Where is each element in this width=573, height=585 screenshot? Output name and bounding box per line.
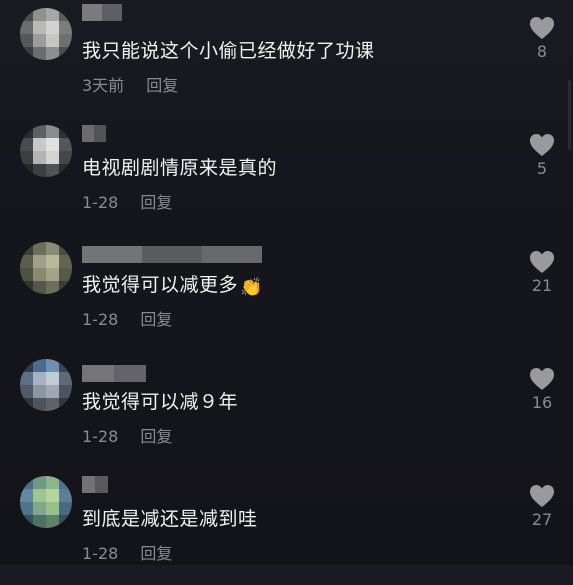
comment-item: 我觉得可以减更多 👏 1-28 回复 21 — [0, 234, 573, 351]
comment-text: 电视剧剧情原来是真的 — [82, 157, 278, 179]
reply-button[interactable]: 回复 — [146, 76, 178, 95]
comment-meta: 3天前 回复 — [82, 72, 178, 96]
like-button[interactable]: 8 — [527, 16, 557, 61]
comment-meta: 1-28 回复 — [82, 189, 172, 213]
comment-text: 我觉得可以减更多 👏 — [82, 270, 263, 298]
avatar[interactable] — [20, 125, 72, 177]
like-count: 16 — [531, 393, 553, 412]
heart-icon — [530, 134, 554, 156]
username[interactable] — [82, 365, 146, 382]
avatar[interactable] — [20, 8, 72, 60]
comment-item: 我只能说这个小偷已经做好了功课 3天前 回复 8 — [0, 0, 573, 117]
avatar[interactable] — [20, 359, 72, 411]
comment-text: 到底是减还是减到哇 — [82, 508, 258, 530]
clapping-hands-icon: 👏 — [240, 277, 263, 298]
comment-time: 3天前 — [82, 76, 125, 95]
like-count: 8 — [536, 42, 548, 61]
like-button[interactable]: 16 — [527, 367, 557, 412]
comment-meta: 1-28 回复 — [82, 423, 172, 447]
like-button[interactable]: 21 — [527, 250, 557, 295]
heart-icon — [530, 251, 554, 273]
comment-item: 到底是减还是减到哇 1-28 回复 27 — [0, 468, 573, 585]
heart-icon — [530, 368, 554, 390]
reply-button[interactable]: 回复 — [140, 310, 172, 329]
like-button[interactable]: 27 — [527, 484, 557, 529]
username[interactable] — [82, 476, 108, 493]
username[interactable] — [82, 4, 122, 21]
comment-text-body: 我觉得可以减更多 — [82, 274, 239, 296]
like-count: 27 — [531, 510, 553, 529]
reply-button[interactable]: 回复 — [140, 427, 172, 446]
reply-button[interactable]: 回复 — [140, 193, 172, 212]
avatar[interactable] — [20, 476, 72, 528]
reply-button[interactable]: 回复 — [140, 544, 172, 563]
like-count: 21 — [531, 276, 553, 295]
comment-text: 我觉得可以减９年 — [82, 391, 239, 413]
comment-text: 我只能说这个小偷已经做好了功课 — [82, 40, 375, 62]
comment-meta: 1-28 回复 — [82, 540, 172, 564]
comment-time: 1-28 — [82, 544, 119, 563]
avatar[interactable] — [20, 242, 72, 294]
comment-meta: 1-28 回复 — [82, 306, 172, 330]
comment-item: 电视剧剧情原来是真的 1-28 回复 5 — [0, 117, 573, 234]
heart-icon — [530, 17, 554, 39]
username[interactable] — [82, 246, 262, 263]
comment-time: 1-28 — [82, 427, 119, 446]
like-button[interactable]: 5 — [527, 133, 557, 178]
comment-time: 1-28 — [82, 310, 119, 329]
like-count: 5 — [536, 159, 548, 178]
comment-item: 我觉得可以减９年 1-28 回复 16 — [0, 351, 573, 468]
username[interactable] — [82, 125, 106, 142]
heart-icon — [530, 485, 554, 507]
comment-time: 1-28 — [82, 193, 119, 212]
